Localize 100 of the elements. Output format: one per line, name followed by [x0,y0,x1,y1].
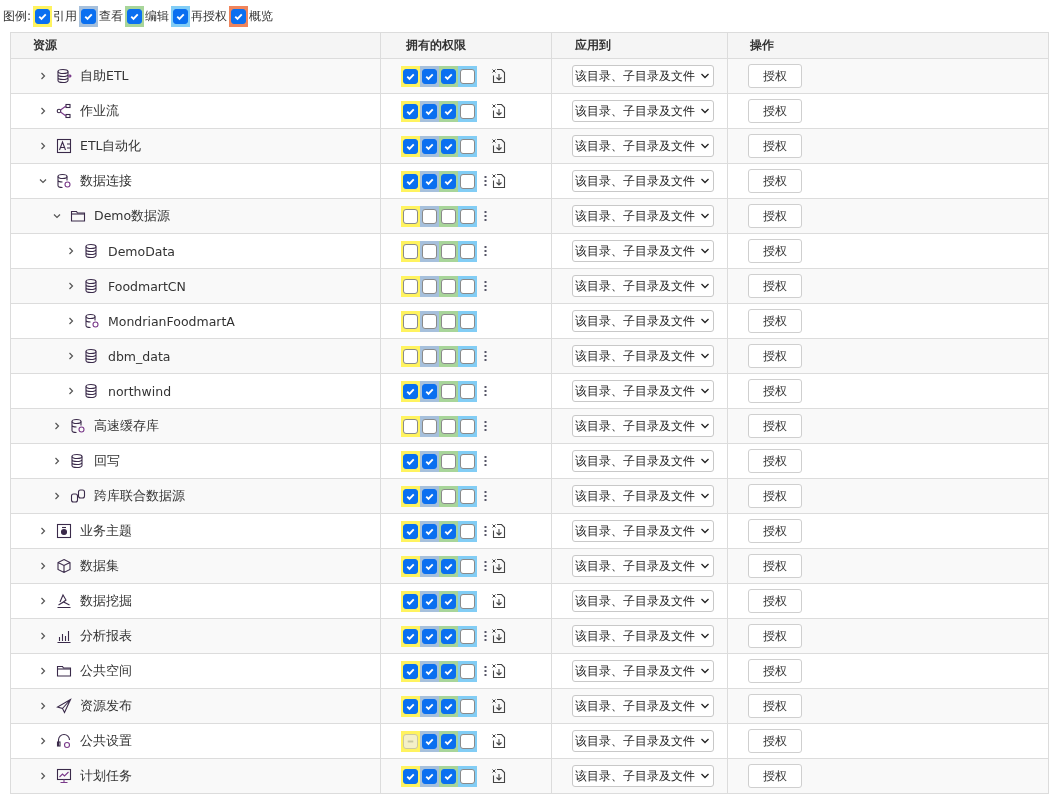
more-icon[interactable] [483,420,487,432]
chevron-icon[interactable] [67,317,75,325]
resource-name[interactable]: 资源发布 [80,697,132,715]
resource-name[interactable]: 跨库联合数据源 [94,487,185,505]
grant-button[interactable]: 授权 [748,99,802,123]
more-icon[interactable] [483,385,487,397]
resource-name[interactable]: 高速缓存库 [94,417,159,435]
apply-to-select[interactable]: 该目录、子目录及文件 [572,415,714,437]
import-icon[interactable] [491,628,507,644]
chevron-icon[interactable] [39,597,47,605]
apply-to-select[interactable]: 该目录、子目录及文件 [572,695,714,717]
grant-button[interactable]: 授权 [748,344,802,368]
apply-to-select[interactable]: 该目录、子目录及文件 [572,555,714,577]
grant-button[interactable]: 授权 [748,204,802,228]
more-icon[interactable] [483,455,487,467]
resource-name[interactable]: 回写 [94,452,120,470]
chevron-icon[interactable] [39,702,47,710]
more-icon[interactable] [483,560,487,572]
import-icon[interactable] [491,698,507,714]
resource-name[interactable]: FoodmartCN [108,278,186,294]
apply-to-select[interactable]: 该目录、子目录及文件 [572,135,714,157]
import-icon[interactable] [491,138,507,154]
grant-button[interactable]: 授权 [748,624,802,648]
chevron-icon[interactable] [39,737,47,745]
grant-button[interactable]: 授权 [748,274,802,298]
grant-button[interactable]: 授权 [748,239,802,263]
grant-button[interactable]: 授权 [748,134,802,158]
import-icon[interactable] [491,768,507,784]
import-icon[interactable] [491,593,507,609]
import-icon[interactable] [491,173,507,189]
chevron-icon[interactable] [39,632,47,640]
chevron-icon[interactable] [53,212,61,220]
chevron-icon[interactable] [39,107,47,115]
grant-button[interactable]: 授权 [748,484,802,508]
import-icon[interactable] [491,68,507,84]
apply-to-select[interactable]: 该目录、子目录及文件 [572,730,714,752]
resource-name[interactable]: 数据集 [80,557,119,575]
resource-name[interactable]: 自助ETL [80,67,129,85]
chevron-icon[interactable] [39,772,47,780]
import-icon[interactable] [491,558,507,574]
apply-to-select[interactable]: 该目录、子目录及文件 [572,625,714,647]
chevron-icon[interactable] [39,667,47,675]
apply-to-select[interactable]: 该目录、子目录及文件 [572,590,714,612]
more-icon[interactable] [483,210,487,222]
apply-to-select[interactable]: 该目录、子目录及文件 [572,485,714,507]
import-icon[interactable] [491,733,507,749]
import-icon[interactable] [491,103,507,119]
grant-button[interactable]: 授权 [748,379,802,403]
chevron-icon[interactable] [67,387,75,395]
apply-to-select[interactable]: 该目录、子目录及文件 [572,310,714,332]
chevron-icon[interactable] [39,562,47,570]
import-icon[interactable] [491,663,507,679]
grant-button[interactable]: 授权 [748,64,802,88]
resource-name[interactable]: 数据挖掘 [80,592,132,610]
apply-to-select[interactable]: 该目录、子目录及文件 [572,765,714,787]
apply-to-select[interactable]: 该目录、子目录及文件 [572,660,714,682]
resource-name[interactable]: northwind [108,383,172,399]
chevron-icon[interactable] [39,72,47,80]
grant-button[interactable]: 授权 [748,519,802,543]
grant-button[interactable]: 授权 [748,729,802,753]
chevron-icon[interactable] [67,282,75,290]
more-icon[interactable] [483,350,487,362]
resource-name[interactable]: MondrianFoodmartA [108,313,235,329]
apply-to-select[interactable]: 该目录、子目录及文件 [572,345,714,367]
more-icon[interactable] [483,525,487,537]
grant-button[interactable]: 授权 [748,694,802,718]
more-icon[interactable] [483,175,487,187]
import-icon[interactable] [491,523,507,539]
grant-button[interactable]: 授权 [748,659,802,683]
resource-name[interactable]: 公共设置 [80,732,132,750]
more-icon[interactable] [483,630,487,642]
grant-button[interactable]: 授权 [748,589,802,613]
apply-to-select[interactable]: 该目录、子目录及文件 [572,450,714,472]
chevron-icon[interactable] [53,422,61,430]
resource-name[interactable]: 作业流 [80,102,119,120]
chevron-icon[interactable] [39,142,47,150]
chevron-icon[interactable] [53,492,61,500]
resource-name[interactable]: 分析报表 [80,627,132,645]
chevron-icon[interactable] [67,247,75,255]
chevron-icon[interactable] [39,527,47,535]
apply-to-select[interactable]: 该目录、子目录及文件 [572,240,714,262]
resource-name[interactable]: 公共空间 [80,662,132,680]
grant-button[interactable]: 授权 [748,309,802,333]
apply-to-select[interactable]: 该目录、子目录及文件 [572,65,714,87]
grant-button[interactable]: 授权 [748,414,802,438]
resource-name[interactable]: dbm_data [108,348,171,364]
apply-to-select[interactable]: 该目录、子目录及文件 [572,275,714,297]
resource-name[interactable]: 计划任务 [80,767,132,785]
resource-name[interactable]: 数据连接 [80,172,132,190]
resource-name[interactable]: 业务主题 [80,522,132,540]
resource-name[interactable]: ETL自动化 [80,137,142,155]
apply-to-select[interactable]: 该目录、子目录及文件 [572,380,714,402]
chevron-icon[interactable] [39,177,47,185]
grant-button[interactable]: 授权 [748,449,802,473]
apply-to-select[interactable]: 该目录、子目录及文件 [572,520,714,542]
more-icon[interactable] [483,280,487,292]
grant-button[interactable]: 授权 [748,764,802,788]
more-icon[interactable] [483,665,487,677]
resource-name[interactable]: DemoData [108,243,175,259]
more-icon[interactable] [483,490,487,502]
